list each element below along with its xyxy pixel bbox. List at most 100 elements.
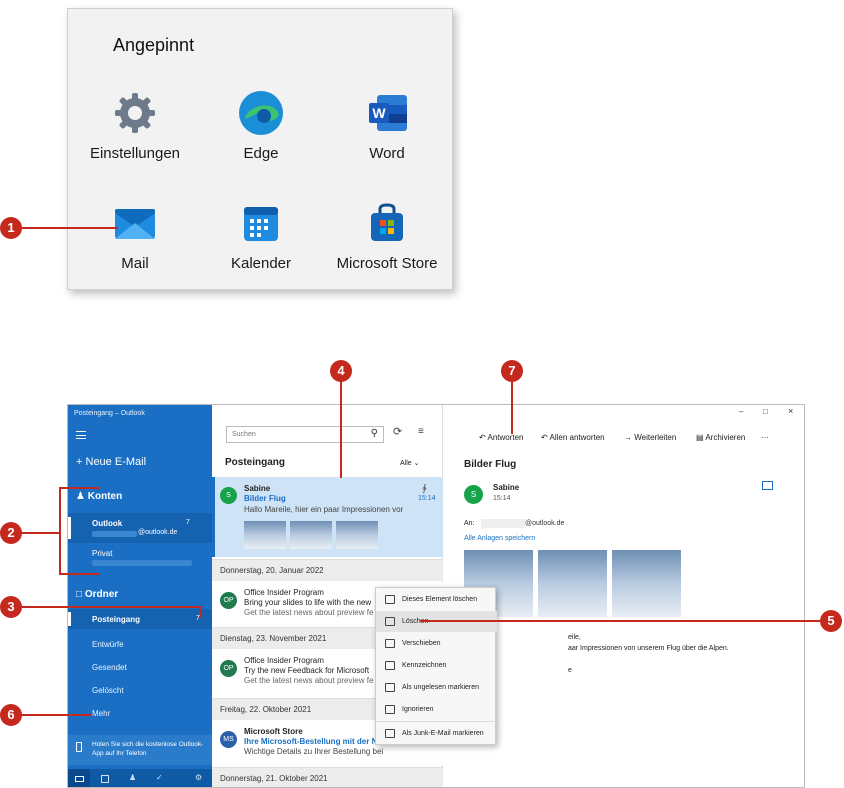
folders-header[interactable]: □ Ordner (76, 589, 118, 600)
todo-switch-icon[interactable]: ✓ (156, 773, 163, 782)
sender-avatar: S (464, 485, 483, 504)
date-separator: Donnerstag, 21. Oktober 2021 (212, 767, 443, 787)
promo-text: Holen Sie sich die kostenlose Outlook-Ap… (92, 741, 204, 757)
app-label: Edge (243, 145, 279, 162)
callout-line (22, 606, 202, 608)
trash-icon (385, 617, 395, 626)
plus-icon: + (76, 456, 83, 468)
callout-line (22, 714, 92, 716)
edge-icon (237, 89, 285, 137)
subject: Try the new Feedback for Microsoft (244, 666, 370, 675)
body-text: e (568, 667, 572, 674)
blurred-address (92, 560, 192, 566)
reply-all-button[interactable]: ↶ Allen antworten (541, 433, 605, 442)
list-item[interactable]: S Sabine Bilder Flug ∲ 15:14 Hallo Marei… (212, 477, 443, 557)
phone-icon (76, 742, 82, 752)
menu-item-flag[interactable]: Kennzeichnen (376, 655, 497, 676)
menu-label: Als Junk-E-Mail markieren (402, 730, 484, 737)
menu-item-ignore[interactable]: Ignorieren (376, 699, 497, 720)
maximize-button[interactable]: □ (763, 407, 768, 416)
app-tile-store[interactable]: Microsoft Store (323, 199, 451, 272)
filter-dropdown[interactable]: Alle ⌄ (400, 459, 420, 467)
callout-line (200, 606, 202, 618)
flag-icon (385, 661, 395, 670)
app-tile-mail[interactable]: Mail (71, 199, 199, 272)
date-separator: Donnerstag, 20. Januar 2022 (212, 559, 443, 581)
avatar: S (220, 487, 237, 504)
delete-item-icon (385, 595, 395, 604)
attachment-icon: ∲ (422, 483, 427, 493)
phone-promo[interactable]: Holen Sie sich die kostenlose Outlook-Ap… (68, 735, 212, 765)
time: 15:14 (418, 495, 436, 502)
settings-switch-icon[interactable]: ⚙ (195, 773, 202, 782)
filter-icon[interactable]: ≡ (418, 426, 424, 437)
menu-item-mark-unread[interactable]: Als ungelesen markieren (376, 677, 497, 698)
save-attachments-link[interactable]: Alle Anlagen speichern (464, 535, 535, 542)
store-icon (363, 199, 411, 247)
app-label: Kalender (230, 255, 292, 272)
image-thumbnail[interactable] (336, 521, 378, 549)
to-address: @outlook.de (525, 520, 565, 527)
attachment-image[interactable] (612, 550, 681, 617)
folder-deleted[interactable]: Gelöscht (68, 686, 212, 695)
calendar-switch-icon[interactable] (101, 775, 109, 783)
folder-icon: □ (76, 589, 83, 600)
callout-line (340, 378, 342, 478)
pinned-apps-panel: Angepinnt Einstellungen Edge W Word Mail… (67, 8, 453, 290)
more-actions-button[interactable]: ··· (761, 433, 769, 442)
menu-item-junk[interactable]: Als Junk-E-Mail markieren (376, 723, 497, 744)
filter-label: Alle (400, 460, 412, 467)
account-address: @outlook.de (138, 529, 178, 536)
menu-label: Dieses Element löschen (402, 596, 478, 603)
preview: Wichtige Details zu Ihrer Bestellung bei (244, 747, 384, 756)
sender: Office Insider Program (244, 656, 324, 665)
app-tile-settings[interactable]: Einstellungen (71, 89, 199, 162)
forward-label: Weiterleiten (634, 433, 677, 442)
app-tile-edge[interactable]: Edge (197, 89, 325, 162)
callout-4: 4 (330, 360, 352, 382)
archive-label: Archivieren (705, 433, 746, 442)
subject: Bilder Flug (244, 494, 286, 503)
junk-icon (385, 729, 395, 738)
folder-drafts[interactable]: Entwürfe (68, 640, 212, 649)
people-switch-icon[interactable]: ♟ (129, 773, 136, 782)
popout-icon[interactable] (762, 481, 773, 490)
sender: Microsoft Store (244, 727, 303, 736)
subject: Bring your slides to life with the new (244, 598, 372, 607)
minimize-button[interactable]: – (739, 407, 743, 416)
reply-all-icon: ↶ (541, 433, 548, 442)
close-button[interactable]: × (788, 406, 793, 416)
app-tile-word[interactable]: W Word (323, 89, 451, 162)
selection-bar (212, 477, 215, 557)
callout-bracket (59, 487, 99, 575)
search-icon[interactable]: ⚲ (371, 428, 378, 439)
context-menu: Dieses Element löschen Löschen Verschieb… (375, 587, 497, 745)
app-switcher: ♟ ✓ ⚙ (68, 769, 212, 787)
mail-switch-icon[interactable] (68, 769, 90, 787)
menu-item-move[interactable]: Verschieben (376, 633, 497, 654)
folder-sent[interactable]: Gesendet (68, 663, 212, 672)
archive-button[interactable]: ▤ Archivieren (696, 433, 745, 442)
image-thumbnail[interactable] (290, 521, 332, 549)
new-mail-button[interactable]: + Neue E-Mail (76, 456, 146, 468)
folders-label: Ordner (84, 589, 119, 600)
forward-icon: → (624, 433, 632, 442)
callout-3: 3 (0, 596, 22, 618)
sender-name: Sabine (493, 483, 520, 492)
sync-icon[interactable]: ⟳ (393, 425, 402, 438)
callout-1: 1 (0, 217, 22, 239)
reply-button[interactable]: ↶ Antworten (479, 433, 524, 442)
image-thumbnail[interactable] (244, 521, 286, 549)
attachment-image[interactable] (538, 550, 607, 617)
hamburger-icon[interactable] (76, 431, 86, 439)
search-input[interactable]: Suchen ⚲ (226, 426, 384, 443)
svg-text:W: W (372, 105, 386, 121)
app-tile-calendar[interactable]: Kalender (197, 199, 325, 272)
forward-button[interactable]: → Weiterleiten (624, 433, 676, 442)
calendar-icon (237, 199, 285, 247)
chevron-down-icon: ⌄ (413, 460, 420, 467)
reply-label: Antworten (487, 433, 524, 442)
reply-all-label: Allen antworten (549, 433, 605, 442)
folder-inbox[interactable]: Posteingang 7 (68, 609, 212, 629)
menu-item-delete-this[interactable]: Dieses Element löschen (376, 589, 497, 610)
